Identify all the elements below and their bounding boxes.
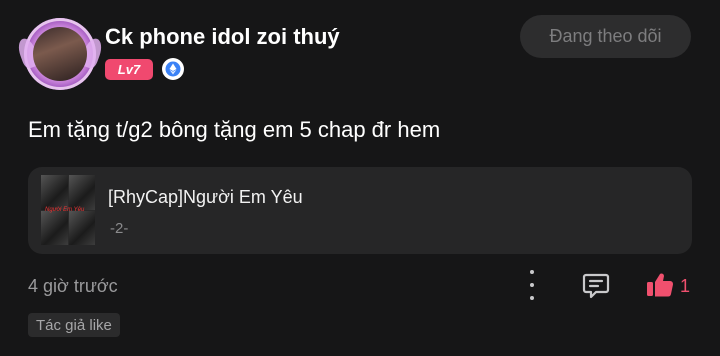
comment-icon[interactable] xyxy=(581,270,611,305)
follow-button[interactable]: Đang theo dõi xyxy=(520,15,691,58)
linked-chapter-card[interactable]: Người Em Yêu [RhyCap]Người Em Yêu -2- xyxy=(28,167,692,254)
like-count: 1 xyxy=(680,276,691,296)
level-badge: Lv7 xyxy=(105,59,153,80)
chapter-subtitle: -2- xyxy=(110,220,129,237)
avatar-image xyxy=(33,27,87,81)
post-text: Em tặng t/g2 bông tặng em 5 chap đr hem xyxy=(28,117,441,142)
post-timestamp: 4 giờ trước xyxy=(28,276,118,296)
chapter-title: [RhyCap]Người Em Yêu xyxy=(108,187,303,207)
thumbs-up-icon[interactable] xyxy=(645,270,675,305)
ethereum-diamond-icon xyxy=(162,58,184,80)
avatar[interactable] xyxy=(15,18,105,90)
chapter-thumbnail: Người Em Yêu xyxy=(41,175,95,245)
more-options-icon[interactable] xyxy=(522,270,542,300)
thumbnail-caption: Người Em Yêu xyxy=(45,207,85,213)
author-liked-tag: Tác giả like xyxy=(28,313,120,337)
author-name[interactable]: Ck phone idol zoi thuý xyxy=(105,24,340,50)
